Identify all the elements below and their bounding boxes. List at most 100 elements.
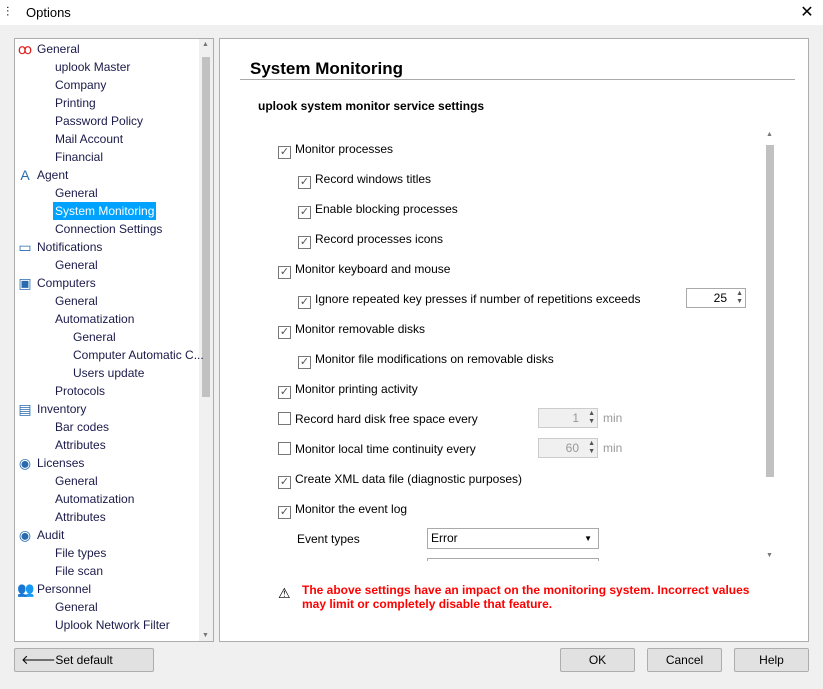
option-label: Record processes icons bbox=[315, 232, 444, 246]
tree-item[interactable]: General bbox=[55, 292, 98, 310]
option-checkbox[interactable]: ✓ Record windows titles bbox=[298, 171, 431, 189]
tree-item[interactable]: Agent bbox=[37, 166, 68, 184]
option-checkbox[interactable]: ✓ Monitor file modifications on removable… bbox=[298, 351, 554, 369]
checkbox-checked-icon[interactable]: ✓ bbox=[298, 176, 311, 189]
uplook-logo-icon: ꝏ bbox=[17, 41, 33, 57]
tree-item[interactable]: Automatization bbox=[55, 310, 134, 328]
checkbox-checked-icon[interactable]: ✓ bbox=[278, 506, 291, 519]
option-checkbox[interactable]: ✓ Monitor the event log bbox=[278, 501, 408, 519]
tree-item[interactable]: General bbox=[55, 256, 98, 274]
checkbox-checked-icon[interactable]: ✓ bbox=[278, 386, 291, 399]
set-default-button[interactable]: 🡐 Set default bbox=[14, 648, 154, 672]
section-subtitle: uplook system monitor service settings bbox=[258, 99, 485, 113]
page-title: System Monitoring bbox=[250, 59, 404, 78]
value-spinbox[interactable]: 25 ▲ ▼ bbox=[686, 288, 746, 308]
checkbox-unchecked-icon[interactable] bbox=[278, 442, 291, 455]
option-label: Monitor keyboard and mouse bbox=[295, 262, 451, 276]
tree-item[interactable]: Users update bbox=[73, 364, 144, 382]
checkbox-checked-icon[interactable]: ✓ bbox=[298, 236, 311, 249]
spin-arrows-icon[interactable]: ▲ ▼ bbox=[588, 410, 595, 426]
tree-item[interactable]: Mail Account bbox=[55, 130, 123, 148]
warning-icon: ⚠ bbox=[278, 585, 291, 601]
tree-item[interactable]: File types bbox=[55, 544, 106, 562]
scroll-down-icon[interactable]: ▼ bbox=[202, 632, 209, 639]
checkbox-unchecked-icon[interactable] bbox=[278, 412, 291, 425]
tree-item[interactable]: Protocols bbox=[55, 382, 105, 400]
option-checkbox[interactable]: ✓ Monitor printing activity bbox=[278, 381, 418, 399]
tree-item[interactable]: Bar codes bbox=[55, 418, 109, 436]
cancel-button[interactable]: Cancel bbox=[647, 648, 722, 672]
chevron-down-icon: ▼ bbox=[584, 534, 592, 543]
tree-item[interactable]: Licenses bbox=[37, 454, 84, 472]
tree-item[interactable]: Audit bbox=[37, 526, 64, 544]
checkbox-checked-icon[interactable]: ✓ bbox=[278, 146, 291, 159]
option-checkbox[interactable]: ✓ Ignore repeated key presses if number o… bbox=[298, 291, 641, 309]
option-checkbox[interactable]: ✓ Monitor processes bbox=[278, 141, 393, 159]
tree-item[interactable]: General bbox=[55, 598, 98, 616]
tree-item[interactable]: General bbox=[37, 40, 80, 58]
tree-item[interactable]: General bbox=[55, 472, 98, 490]
option-checkbox[interactable]: ✓ Monitor keyboard and mouse bbox=[278, 261, 451, 279]
tree-item[interactable]: Inventory bbox=[37, 400, 86, 418]
spin-arrows-icon[interactable]: ▲ ▼ bbox=[736, 290, 743, 306]
options-tree[interactable]: ▲ ▼ ꝏ General uplook Master Company Printing… bbox=[14, 38, 214, 642]
checkbox-checked-icon[interactable]: ✓ bbox=[278, 266, 291, 279]
value-spinbox[interactable]: 1 ▲ ▼ bbox=[538, 408, 598, 428]
tree-item[interactable]: Connection Settings bbox=[55, 220, 162, 238]
title-divider bbox=[240, 79, 795, 80]
tree-item[interactable]: Personnel bbox=[37, 580, 91, 598]
tree-item[interactable]: Company bbox=[55, 76, 106, 94]
event-types-select[interactable]: Error ▼ bbox=[427, 528, 599, 549]
tree-item[interactable]: Attributes bbox=[55, 436, 106, 454]
checkbox-checked-icon[interactable]: ✓ bbox=[278, 476, 291, 489]
tree-item[interactable]: Password Policy bbox=[55, 112, 143, 130]
option-checkbox[interactable]: ✓ Enable blocking processes bbox=[298, 201, 458, 219]
scroll-down-icon[interactable]: ▼ bbox=[766, 552, 773, 559]
help-button[interactable]: Help bbox=[734, 648, 809, 672]
tree-item[interactable]: Automatization bbox=[55, 490, 134, 508]
checkbox-checked-icon[interactable]: ✓ bbox=[278, 326, 291, 339]
tree-item[interactable]: Uplook Network Filter bbox=[55, 616, 170, 634]
event-types-value: Error bbox=[431, 531, 458, 545]
tree-item[interactable]: Attributes bbox=[55, 508, 106, 526]
tree-item[interactable]: Computers bbox=[37, 274, 96, 292]
checkbox-checked-icon[interactable]: ✓ bbox=[298, 356, 311, 369]
scroll-up-icon[interactable]: ▲ bbox=[202, 41, 209, 48]
panel-scrollbar-thumb[interactable] bbox=[766, 145, 774, 477]
value-spinbox[interactable]: 60 ▲ ▼ bbox=[538, 438, 598, 458]
unit-label: min bbox=[603, 441, 623, 455]
ok-button[interactable]: OK bbox=[560, 648, 635, 672]
tree-item[interactable]: System Monitoring bbox=[51, 201, 158, 221]
second-select-clipped[interactable] bbox=[427, 558, 599, 561]
users-icon: 👥 bbox=[17, 581, 35, 597]
disc-icon: ◉ bbox=[18, 527, 32, 543]
tree-item[interactable]: General bbox=[73, 328, 116, 346]
back-arrow-icon: 🡐 bbox=[21, 652, 56, 667]
tree-item[interactable]: File scan bbox=[55, 562, 103, 580]
option-label: Monitor local time continuity every bbox=[295, 442, 476, 456]
scroll-up-icon[interactable]: ▲ bbox=[766, 131, 773, 138]
checkbox-checked-icon[interactable]: ✓ bbox=[298, 296, 311, 309]
set-default-label: Set default bbox=[55, 653, 113, 667]
panel-scrollbar[interactable]: ▲ ▼ bbox=[763, 129, 777, 561]
option-checkbox[interactable]: ✓ Monitor removable disks bbox=[278, 321, 425, 339]
option-checkbox[interactable]: ✓ Record processes icons bbox=[298, 231, 444, 249]
unit-label: min bbox=[603, 411, 623, 425]
spin-arrows-icon[interactable]: ▲ ▼ bbox=[588, 440, 595, 456]
tree-item[interactable]: uplook Master bbox=[55, 58, 130, 76]
close-icon[interactable]: ✕ bbox=[797, 2, 817, 22]
options-icon: ⫶ bbox=[6, 4, 10, 19]
option-label: Monitor file modifications on removable … bbox=[315, 352, 554, 366]
checkbox-checked-icon[interactable]: ✓ bbox=[298, 206, 311, 219]
tree-item[interactable]: Printing bbox=[55, 94, 96, 112]
tree-scrollbar[interactable]: ▲ ▼ bbox=[199, 39, 213, 641]
option-label: Monitor the event log bbox=[295, 502, 408, 516]
option-label: Create XML data file (diagnostic purpose… bbox=[295, 472, 523, 486]
tree-item[interactable]: General bbox=[55, 184, 98, 202]
option-checkbox[interactable]: Monitor local time continuity every bbox=[278, 441, 476, 457]
option-checkbox[interactable]: Record hard disk free space every bbox=[278, 411, 478, 427]
tree-item[interactable]: Financial bbox=[55, 148, 103, 166]
tree-item[interactable]: Notifications bbox=[37, 238, 102, 256]
option-checkbox[interactable]: ✓ Create XML data file (diagnostic purpos… bbox=[278, 471, 523, 489]
tree-item[interactable]: Computer Automatic C... bbox=[73, 346, 204, 364]
